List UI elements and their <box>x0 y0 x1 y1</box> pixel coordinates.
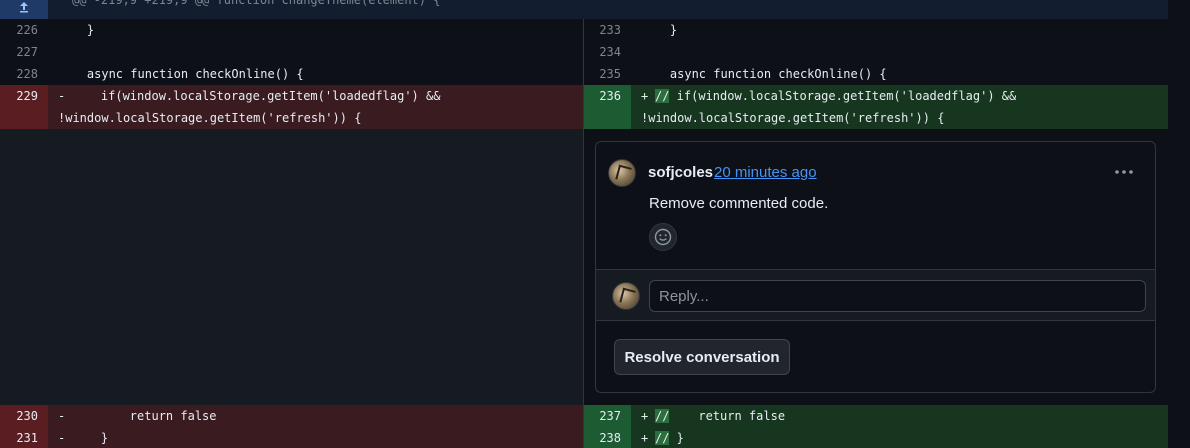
left-code-deleted: - if(window.localStorage.getItem('loaded… <box>48 85 583 129</box>
diff-row-changed: 231 - } 238 + // } <box>0 427 1168 448</box>
resolve-conversation-button[interactable]: Resolve conversation <box>614 339 790 375</box>
right-code-text-wrap: !window.localStorage.getItem('refresh'))… <box>641 111 945 125</box>
deletion-sign: - <box>58 89 66 103</box>
review-thread: sofjcoles 20 minutes ago Remove commente… <box>595 141 1156 393</box>
reply-area <box>596 269 1155 321</box>
right-line-number[interactable]: 236 <box>583 85 631 129</box>
diff-row: 227 234 <box>0 41 1168 63</box>
right-code <box>631 41 1168 63</box>
reply-input[interactable] <box>649 280 1146 312</box>
right-code-added: + // return false <box>631 405 1168 427</box>
diff-row: 228 async function checkOnline() { 235 a… <box>0 63 1168 85</box>
addition-sign: + <box>641 89 649 103</box>
left-code-deleted: - } <box>48 427 583 448</box>
left-code-text: } <box>72 431 109 445</box>
left-line-number[interactable]: 230 <box>0 405 48 427</box>
addition-sign: + <box>641 409 649 423</box>
right-code-added: + // } <box>631 427 1168 448</box>
deletion-sign: - <box>58 409 66 423</box>
left-code <box>48 41 583 63</box>
expand-up-icon <box>20 2 28 13</box>
add-reaction-button[interactable] <box>649 223 677 251</box>
right-code-text: return false <box>669 409 786 423</box>
left-line-number[interactable]: 226 <box>0 19 48 41</box>
left-code-text: return false <box>72 409 217 423</box>
diff-row: 226 } 233 } <box>0 19 1168 41</box>
avatar[interactable] <box>608 159 636 187</box>
right-line-number[interactable]: 233 <box>583 19 631 41</box>
comment-mark-highlight: // <box>655 89 670 103</box>
hunk-header-text: @@ -219,9 +219,9 @@ function changeTheme… <box>72 0 441 7</box>
comment-mark-highlight: // <box>655 409 670 423</box>
left-code-text: if(window.localStorage.getItem('loadedfl… <box>72 89 441 103</box>
expand-up-button[interactable] <box>0 0 48 19</box>
right-line-number[interactable]: 237 <box>583 405 631 427</box>
comment-author[interactable]: sofjcoles <box>648 164 713 181</box>
comment-timestamp[interactable]: 20 minutes ago <box>714 164 817 181</box>
right-line-number[interactable]: 234 <box>583 41 631 63</box>
comment-body: Remove commented code. <box>649 195 829 212</box>
right-code: } <box>641 23 678 37</box>
right-code-text: } <box>669 431 684 445</box>
comment-spacer-left <box>0 129 583 405</box>
avatar <box>612 282 640 310</box>
left-line-number[interactable]: 231 <box>0 427 48 448</box>
left-code: async function checkOnline() { <box>58 67 304 81</box>
comment-mark-highlight: // <box>655 431 670 445</box>
left-code-text-wrap: !window.localStorage.getItem('refresh'))… <box>58 111 362 125</box>
diff-row-changed: 230 - return false 237 + // return false <box>0 405 1168 427</box>
right-code-added: + // if(window.localStorage.getItem('load… <box>631 85 1168 129</box>
right-code-text: if(window.localStorage.getItem('loadedfl… <box>669 89 1017 103</box>
right-line-number[interactable]: 235 <box>583 63 631 85</box>
left-line-number[interactable]: 229 <box>0 85 48 129</box>
right-line-number[interactable]: 238 <box>583 427 631 448</box>
left-code: } <box>58 23 95 37</box>
comment-options-button[interactable] <box>1110 162 1138 182</box>
left-line-number[interactable]: 228 <box>0 63 48 85</box>
left-line-number[interactable]: 227 <box>0 41 48 63</box>
addition-sign: + <box>641 431 649 445</box>
diff-row-changed: 229 - if(window.localStorage.getItem('lo… <box>0 85 1168 129</box>
right-code: async function checkOnline() { <box>641 67 887 81</box>
kebab-horizontal-icon <box>1115 170 1133 174</box>
scrollbar-track[interactable] <box>1168 0 1190 448</box>
left-code-deleted: - return false <box>48 405 583 427</box>
hunk-header: @@ -219,9 +219,9 @@ function changeTheme… <box>0 0 1168 19</box>
smiley-icon <box>654 228 672 246</box>
deletion-sign: - <box>58 431 66 445</box>
